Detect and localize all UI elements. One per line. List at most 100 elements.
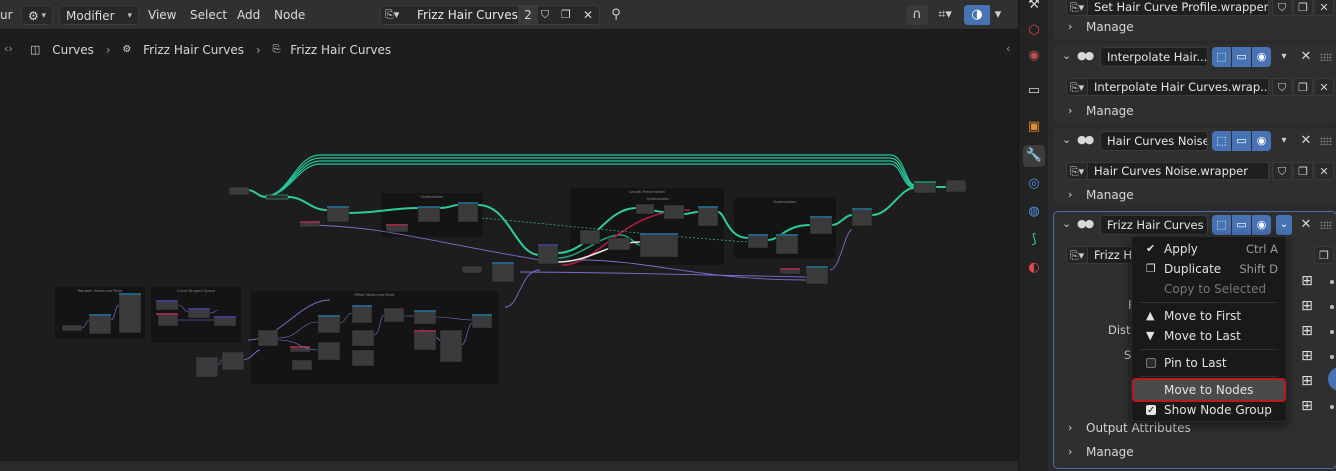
show-node-group-checkbox[interactable] xyxy=(1146,401,1156,421)
modifier-menu-chevron-icon[interactable]: ⌄ xyxy=(1276,215,1292,235)
render-toggle-icon[interactable]: ◉ xyxy=(1252,131,1271,151)
duplicate-icon[interactable]: ❐ xyxy=(1293,0,1313,16)
edit-mode-toggle-icon[interactable]: ⬚ xyxy=(1212,47,1231,67)
attribute-toggle-icon[interactable]: ⊞ xyxy=(1298,348,1316,364)
menu-item-move-to-first[interactable]: ▲ Move to First xyxy=(1134,306,1284,326)
keyframe-dot-icon[interactable] xyxy=(1330,330,1334,334)
snap-magnet-icon[interactable]: ∩ xyxy=(906,5,928,25)
fake-user-shield-icon[interactable]: ⛉ xyxy=(541,6,549,24)
modifier-menu-chevron-icon[interactable]: ▾ xyxy=(1276,47,1292,67)
manage-panel-header[interactable]: › Manage xyxy=(1054,185,1336,207)
view-layer-tab-icon[interactable]: ▭ xyxy=(1023,80,1045,102)
node-ov-8 xyxy=(383,307,405,323)
node-group-field[interactable]: Interpolate Hair Curves.wrap... xyxy=(1087,78,1269,96)
duplicate-icon[interactable]: ❐ xyxy=(1293,78,1313,96)
menu-add[interactable]: Add xyxy=(231,5,266,25)
edit-mode-toggle-icon[interactable]: ⬚ xyxy=(1212,215,1231,235)
menu-node[interactable]: Node xyxy=(268,5,311,25)
modifier-name-field[interactable]: Interpolate Hair... xyxy=(1100,47,1208,67)
output-tab-icon[interactable]: ◉ xyxy=(1023,45,1045,67)
node-tree-type-dropdown[interactable]: ⚙ ▾ xyxy=(21,5,53,25)
chevron-down-icon[interactable]: ⌄ xyxy=(1062,217,1071,230)
manage-panel-header[interactable]: › Manage xyxy=(1054,442,1336,464)
viewport-toggle-icon[interactable]: ▭ xyxy=(1232,47,1251,67)
fake-user-shield-icon[interactable]: ⛉ xyxy=(1272,162,1292,180)
node-tree-browse-icon[interactable]: ⎘▾ xyxy=(1066,0,1088,16)
keyframe-dot-icon[interactable] xyxy=(1330,280,1334,284)
unlink-close-icon[interactable]: ✕ xyxy=(583,6,593,24)
keyframe-dot-icon[interactable] xyxy=(1330,305,1334,309)
viewport-toggle-icon[interactable]: ▭ xyxy=(1232,215,1251,235)
snap-grid-dropdown[interactable]: ⌗▾ xyxy=(930,5,960,25)
modifier-menu-chevron-icon[interactable]: ▾ xyxy=(1276,131,1292,151)
remove-modifier-icon[interactable]: ✕ xyxy=(1298,215,1314,235)
node-tree-browse-icon[interactable]: ⎘▾ xyxy=(1066,246,1088,264)
frame-label: Optimization xyxy=(647,197,670,201)
editor-type-clip[interactable]: ur xyxy=(0,5,13,25)
node-tree-browse-icon[interactable]: ⎘▾ xyxy=(1066,78,1088,96)
overlay-toggle-icon[interactable]: ◑ xyxy=(964,5,990,25)
manage-panel-header[interactable]: › Manage xyxy=(1054,17,1336,39)
node-group-field[interactable]: Set Hair Curve Profile.wrapper xyxy=(1087,0,1269,16)
remove-modifier-icon[interactable]: ✕ xyxy=(1298,131,1314,151)
menu-item-pin-to-last[interactable]: Pin to Last xyxy=(1134,353,1284,373)
overlay-dropdown-chevron-icon[interactable]: ▾ xyxy=(990,5,1006,25)
menu-item-duplicate[interactable]: ❐ Duplicate Shift D xyxy=(1134,259,1284,279)
drag-grip-icon[interactable] xyxy=(1320,221,1332,229)
keyframe-dot-icon[interactable] xyxy=(1330,355,1334,359)
node-tree-browse-icon[interactable]: ⎘▾ xyxy=(1066,162,1088,180)
fake-user-shield-icon[interactable]: ⛉ xyxy=(1272,0,1292,16)
node-graph-canvas[interactable]: Random Vector per Point Curve Tangent Sp… xyxy=(0,30,1018,471)
object-tab-icon[interactable]: ▣ xyxy=(1023,116,1045,138)
pin-icon[interactable]: ⚲ xyxy=(605,5,627,25)
user-count[interactable]: 2 xyxy=(518,6,538,24)
modifier-name-field[interactable]: Hair Curves Noise xyxy=(1100,131,1208,151)
pin-to-last-checkbox[interactable] xyxy=(1146,358,1156,368)
modifier-tab-icon[interactable]: 🔧 xyxy=(1023,145,1045,167)
chevron-down-icon[interactable]: ⌄ xyxy=(1062,133,1071,146)
menu-select[interactable]: Select xyxy=(184,5,233,25)
duplicate-icon[interactable]: ❐ xyxy=(561,6,571,24)
node-tree-browse-icon[interactable]: ⎘▾ xyxy=(385,6,399,24)
viewport-toggle-icon[interactable]: ▭ xyxy=(1232,131,1251,151)
attribute-toggle-icon[interactable]: ⊞ xyxy=(1298,373,1316,389)
modifier-header: ⌄ ●● Frizz Hair Curves ⬚ ▭ ◉ ⌄ ✕ xyxy=(1054,214,1336,236)
remove-modifier-icon[interactable]: ✕ xyxy=(1298,47,1314,67)
menu-item-apply[interactable]: ✔ Apply Ctrl A xyxy=(1134,239,1284,259)
modifier-name-field[interactable]: Frizz Hair Curves xyxy=(1100,215,1208,235)
render-tab-icon[interactable]: ⬡ xyxy=(1023,20,1045,42)
drag-grip-icon[interactable] xyxy=(1320,137,1332,145)
chevron-down-icon[interactable]: ⌄ xyxy=(1062,49,1071,62)
unlink-close-icon[interactable]: ✕ xyxy=(1314,78,1334,96)
render-toggle-icon[interactable]: ◉ xyxy=(1252,47,1271,67)
physics-tab-icon[interactable]: ◍ xyxy=(1023,201,1045,223)
tool-tab-icon[interactable]: ⚒ xyxy=(1023,0,1045,16)
node-editor-area[interactable]: ur ⚙ ▾ Modifier ▾ View Select Add Node ⎘▾ … xyxy=(0,0,1018,471)
drag-grip-icon[interactable] xyxy=(1320,53,1332,61)
manage-panel-header[interactable]: › Manage xyxy=(1054,101,1336,123)
duplicate-icon[interactable]: ❐ xyxy=(1293,162,1313,180)
menu-item-move-to-nodes[interactable]: Move to Nodes xyxy=(1132,378,1286,402)
node-group-name-field[interactable]: Frizz Hair Curves xyxy=(417,6,518,24)
triangle-down-icon: ▼ xyxy=(1146,329,1155,342)
particles-tab-icon[interactable]: ◎ xyxy=(1023,173,1045,195)
edit-mode-toggle-icon[interactable]: ⬚ xyxy=(1212,131,1231,151)
duplicate-icon[interactable]: ❐ xyxy=(1314,246,1334,264)
attribute-toggle-icon[interactable]: ⊞ xyxy=(1298,398,1316,414)
menu-item-move-to-last[interactable]: ▼ Move to Last xyxy=(1134,326,1284,346)
node-group-field[interactable]: Hair Curves Noise.wrapper xyxy=(1087,162,1269,180)
menu-view[interactable]: View xyxy=(142,5,182,25)
attribute-toggle-icon[interactable]: ⊞ xyxy=(1298,273,1316,289)
attribute-toggle-icon[interactable]: ⊞ xyxy=(1298,298,1316,314)
menu-item-copy-to-selected[interactable]: Copy to Selected xyxy=(1134,279,1284,299)
keyframe-dot-icon[interactable] xyxy=(1330,405,1334,409)
material-tab-icon[interactable]: ◐ xyxy=(1023,257,1045,279)
fake-user-shield-icon[interactable]: ⛉ xyxy=(1272,78,1292,96)
unlink-close-icon[interactable]: ✕ xyxy=(1314,0,1334,16)
unlink-close-icon[interactable]: ✕ xyxy=(1314,162,1334,180)
geometry-nodes-type-dropdown[interactable]: Modifier ▾ xyxy=(59,5,139,25)
attribute-toggle-icon[interactable]: ⊞ xyxy=(1298,323,1316,339)
render-toggle-icon[interactable]: ◉ xyxy=(1252,215,1271,235)
constraints-tab-icon[interactable]: ⟆ xyxy=(1023,229,1045,251)
menu-item-show-node-group[interactable]: Show Node Group xyxy=(1134,400,1284,421)
